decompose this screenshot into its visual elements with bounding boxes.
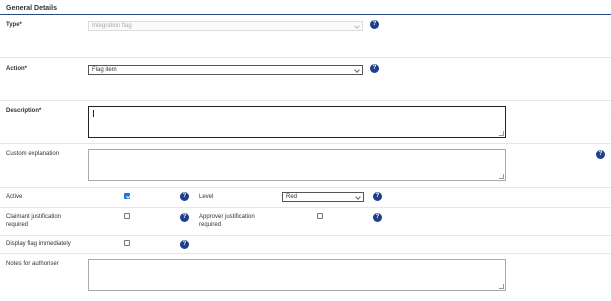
display-flag-checkbox[interactable] [124,240,130,246]
claimant-justification-label-line2: required [6,222,29,228]
active-checkbox[interactable] [124,193,130,199]
notes-label: Notes for authoriser [6,261,59,267]
row-divider [0,143,611,144]
approver-justification-label: Approver justification required [199,213,255,229]
help-icon[interactable]: ? [370,20,379,29]
section-title: General Details [6,5,57,12]
scroll-edge-marker: · [607,113,609,119]
chevron-down-icon [354,23,360,29]
chevron-down-icon [355,194,361,200]
active-label: Active [6,194,23,200]
row-divider [0,207,611,208]
row-divider [0,253,611,254]
approver-justification-label-line1: Approver justification [199,214,255,220]
help-icon[interactable]: ? [596,150,605,159]
resize-handle-icon[interactable] [499,284,504,289]
type-select[interactable]: Integration flag [88,21,363,31]
row-divider [0,235,611,236]
action-select[interactable]: Flag item [88,65,363,75]
help-icon[interactable]: ? [373,192,382,201]
help-icon[interactable]: ? [180,213,189,222]
resize-handle-icon[interactable] [499,131,504,136]
custom-explanation-label: Custom explanation [6,151,60,157]
help-icon[interactable]: ? [180,240,189,249]
claimant-justification-label-line1: Claimant justification [6,214,62,220]
type-select-value: Integration flag [92,23,132,29]
custom-explanation-textarea[interactable] [88,149,506,181]
row-divider [0,100,611,101]
action-select-value: Flag item [92,67,117,73]
row-divider [0,57,611,58]
chevron-down-icon [354,67,360,73]
level-label: Level [199,194,214,200]
text-cursor [93,110,94,117]
section-divider [0,14,611,15]
help-icon[interactable]: ? [373,213,382,222]
claimant-justification-label: Claimant justification required [6,213,61,229]
notes-textarea[interactable] [88,259,506,291]
help-icon[interactable]: ? [180,192,189,201]
resize-handle-icon[interactable] [499,174,504,179]
claimant-justification-checkbox[interactable] [124,213,130,219]
description-label: Description* [6,108,42,114]
level-select[interactable]: Red [282,192,364,202]
help-icon[interactable]: ? [370,64,379,73]
type-label: Type* [6,22,22,28]
action-label: Action* [6,66,27,72]
row-divider [0,187,611,188]
approver-justification-checkbox[interactable] [317,213,323,219]
display-flag-label: Display flag immediately [6,241,71,247]
approver-justification-label-line2: required [199,222,222,228]
description-textarea[interactable] [88,106,506,138]
level-select-value: Red [286,194,298,200]
